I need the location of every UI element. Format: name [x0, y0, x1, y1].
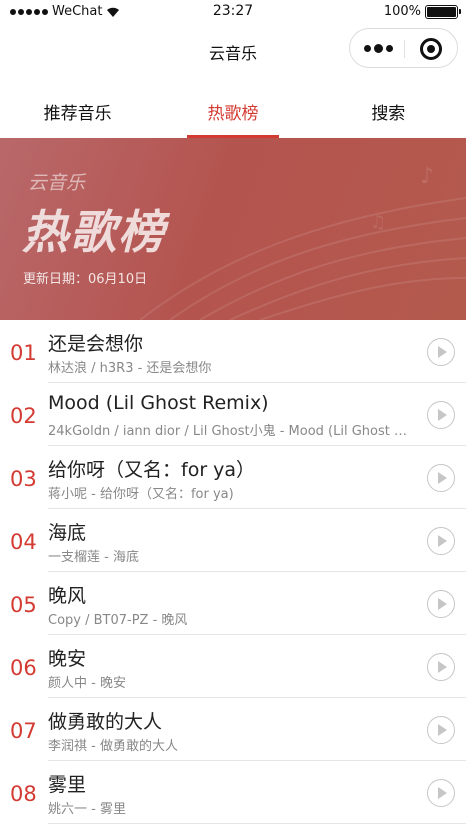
battery-icon: [425, 4, 461, 19]
song-rank: 03: [10, 467, 37, 491]
play-circle-icon[interactable]: [427, 464, 455, 492]
play-circle-icon[interactable]: [427, 401, 455, 429]
svg-text:♪: ♪: [420, 164, 434, 189]
update-date: 更新日期：06月10日: [23, 272, 148, 287]
mini-program-capsule: [349, 28, 458, 68]
status-bar: WeChat 23:27 100%: [0, 0, 466, 24]
song-title: 海底: [48, 522, 87, 544]
song-row[interactable]: 02 Mood (Lil Ghost Remix) 24kGoldn / ian…: [0, 383, 466, 446]
play-circle-icon[interactable]: [427, 779, 455, 807]
hot-chart-banner: ♪ ♫ 云音乐 热歌榜 更新日期：06月10日: [0, 138, 466, 320]
song-row[interactable]: 03 给你呀（又名：for ya） 蒋小呢 - 给你呀（又名：for ya): [0, 446, 466, 509]
song-row[interactable]: 08 雾里 姚六一 - 雾里: [0, 761, 466, 824]
song-title: 晚风: [48, 585, 87, 607]
song-row[interactable]: 01 还是会想你 林达浪 / h3R3 - 还是会想你: [0, 320, 466, 383]
song-row[interactable]: 05 晚风 Copy / BT07-PZ - 晚风: [0, 572, 466, 635]
capsule-divider: [404, 40, 405, 58]
song-artist-album: Copy / BT07-PZ - 晚风: [48, 613, 188, 628]
song-title: 晚安: [48, 648, 87, 670]
play-circle-icon[interactable]: [427, 653, 455, 681]
tab-search[interactable]: 搜索: [311, 86, 466, 138]
tab-hot-chart[interactable]: 热歌榜: [155, 86, 310, 138]
battery-fill: [427, 6, 456, 17]
battery-percent: 100%: [383, 4, 421, 19]
song-title: Mood (Lil Ghost Remix): [48, 392, 269, 414]
play-circle-icon[interactable]: [427, 590, 455, 618]
song-rank: 04: [10, 530, 37, 554]
status-right: 100%: [383, 4, 461, 19]
song-rank: 05: [10, 593, 37, 617]
song-artist-album: 蒋小呢 - 给你呀（又名：for ya): [48, 487, 234, 502]
banner-title: 热歌榜: [22, 205, 166, 259]
song-list: 01 还是会想你 林达浪 / h3R3 - 还是会想你 02 Mood (Lil…: [0, 320, 466, 824]
svg-text:♫: ♫: [370, 212, 386, 233]
song-title: 做勇敢的大人: [48, 711, 163, 733]
song-rank: 07: [10, 719, 37, 743]
song-row[interactable]: 04 海底 一支榴莲 - 海底: [0, 509, 466, 572]
song-artist-album: 一支榴莲 - 海底: [48, 550, 139, 565]
song-rank: 02: [10, 404, 37, 428]
song-artist-album: 林达浪 / h3R3 - 还是会想你: [48, 361, 212, 376]
song-title: 雾里: [48, 774, 87, 796]
song-row[interactable]: 07 做勇敢的大人 李润祺 - 做勇敢的大人: [0, 698, 466, 761]
tab-recommend[interactable]: 推荐音乐: [0, 86, 155, 138]
song-artist-album: 颜人中 - 晚安: [48, 676, 126, 691]
song-artist-album: 姚六一 - 雾里: [48, 802, 126, 817]
play-circle-icon[interactable]: [427, 527, 455, 555]
close-circle-icon[interactable]: [420, 38, 442, 60]
song-artist-album: 李润祺 - 做勇敢的大人: [48, 739, 178, 754]
nav-bar: 云音乐: [0, 24, 466, 78]
song-rank: 06: [10, 656, 37, 680]
tab-bar: 推荐音乐 热歌榜 搜索: [0, 86, 466, 138]
song-row[interactable]: 06 晚安 颜人中 - 晚安: [0, 635, 466, 698]
song-rank: 08: [10, 782, 37, 806]
song-artist-album: 24kGoldn / iann dior / Lil Ghost小鬼 - Moo…: [48, 424, 408, 439]
song-rank: 01: [10, 341, 37, 365]
play-circle-icon[interactable]: [427, 338, 455, 366]
more-dots-icon[interactable]: [364, 42, 394, 54]
song-title: 还是会想你: [48, 333, 144, 355]
song-title: 给你呀（又名：for ya）: [48, 459, 256, 481]
play-circle-icon[interactable]: [427, 716, 455, 744]
banner-brand: 云音乐: [28, 172, 86, 194]
